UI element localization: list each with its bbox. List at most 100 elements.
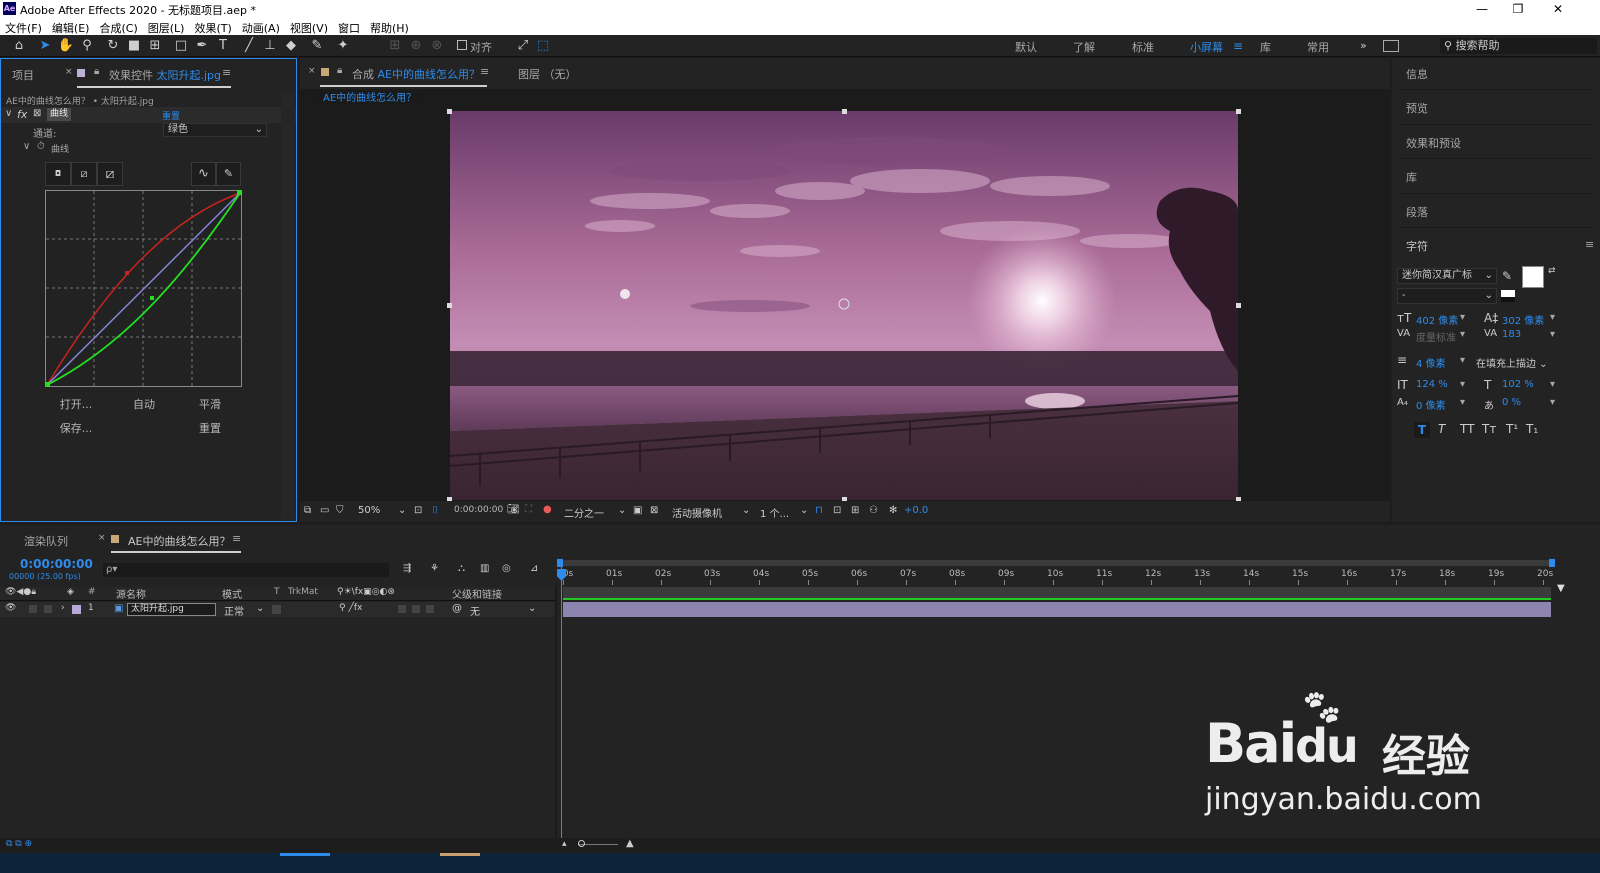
more-workspaces-icon[interactable]: » [1360, 39, 1367, 52]
panel-character[interactable]: 字符 [1406, 238, 1428, 254]
timeline-split[interactable] [555, 585, 557, 838]
clone-stamp-tool-icon[interactable]: ⊥ [261, 38, 279, 54]
channel-color-icon[interactable]: ● [543, 504, 552, 515]
selection-tool-icon[interactable]: ➤ [36, 38, 54, 54]
auto-button[interactable]: 自动 [119, 396, 169, 412]
layer-handle[interactable] [447, 303, 452, 308]
audio-toggle[interactable] [29, 605, 37, 613]
monitor-icon[interactable]: ▭ [320, 505, 329, 516]
eyedropper-icon[interactable]: ✎ [1502, 269, 1512, 283]
snap-options-icon[interactable]: ⬚ [534, 38, 552, 54]
layer-handle[interactable] [1236, 303, 1241, 308]
chevron-down-icon[interactable]: ▾ [1550, 329, 1555, 340]
resolution-select[interactable]: 二分之一 ⌄ [564, 505, 626, 520]
chevron-down-icon[interactable]: ▾ [1550, 379, 1555, 390]
lock-toggle[interactable] [44, 605, 52, 613]
exposure-reset-icon[interactable]: ✻ [889, 505, 897, 516]
axis-world-icon[interactable]: ⊕ [407, 38, 425, 54]
zoom-select[interactable]: 50% ⌄ [358, 505, 408, 516]
layer-label-color[interactable] [72, 605, 81, 614]
axis-view-icon[interactable]: ⊗ [428, 38, 446, 54]
work-area-bar[interactable] [557, 560, 1553, 566]
chevron-down-icon[interactable]: ▾ [1550, 397, 1555, 408]
restore-icon[interactable]: ❐ [1500, 0, 1536, 18]
save-button[interactable]: 保存... [51, 420, 101, 436]
open-button[interactable]: 打开... [51, 396, 101, 412]
workspace-small-screen[interactable]: 小屏幕 [1190, 39, 1223, 55]
layer-switches-toggle-icon[interactable]: ⧉ ⧉ ⊕ [6, 839, 32, 849]
panel-menu-icon[interactable]: ≡ [222, 66, 231, 79]
switch-toggle[interactable] [412, 605, 420, 613]
small-graph-icon[interactable]: ⧄ [71, 162, 97, 186]
comp-mini-flowchart-icon[interactable]: ⇶ [403, 563, 411, 574]
panel-libraries[interactable]: 库 [1406, 169, 1417, 185]
tracking-value[interactable]: 183 [1502, 329, 1521, 340]
pan-behind-tool-icon[interactable]: ⊞ [146, 38, 164, 54]
swap-colors-icon[interactable]: ⇄ [1548, 266, 1556, 276]
rotate-tool-icon[interactable]: ↻ [104, 38, 122, 54]
rectangle-tool-icon[interactable]: □ [172, 38, 190, 54]
close-icon[interactable]: ✕ [1540, 0, 1576, 18]
workspace-menu-icon[interactable]: ≡ [1233, 39, 1243, 53]
current-timecode[interactable]: 0:00:00:00 [20, 557, 93, 571]
chevron-down-icon[interactable]: ▾ [1460, 397, 1465, 408]
rgb-channel-icon[interactable]: ◘ [45, 162, 71, 186]
character-menu-icon[interactable]: ≡ [1585, 238, 1594, 251]
transparency-grid-icon[interactable]: ⊠ [650, 505, 658, 516]
baseline-shift-value[interactable]: 0 像素 [1416, 397, 1446, 412]
expand-layer-icon[interactable]: › [61, 603, 65, 613]
red-control-point[interactable] [125, 271, 129, 275]
layer-name-field[interactable]: 太阳升起.jpg [127, 603, 216, 616]
roto-brush-tool-icon[interactable]: ✎ [308, 38, 326, 54]
font-style-select[interactable]: - ⌄ [1397, 288, 1497, 304]
small-caps-button[interactable]: Tт [1482, 422, 1496, 436]
workspace-libraries[interactable]: 库 [1260, 39, 1271, 55]
keyboard-icon[interactable] [1383, 40, 1399, 52]
channel-select[interactable]: 绿色 ⌄ [163, 123, 267, 137]
faux-bold-button[interactable]: T [1414, 422, 1430, 438]
zoom-tool-icon[interactable]: ⚲ [78, 38, 96, 54]
work-area-end-handle[interactable] [1549, 559, 1555, 567]
effect-controls-scrollbar[interactable] [281, 93, 295, 519]
time-ruler[interactable]: 00s01s02s03s04s05s06s07s08s09s10s11s12s1… [557, 567, 1557, 585]
chevron-down-icon[interactable]: ▾ [1460, 329, 1465, 340]
switch-toggle[interactable] [426, 605, 434, 613]
subscript-button[interactable]: T₁ [1526, 422, 1538, 436]
stroke-width-value[interactable]: 4 像素 [1416, 355, 1446, 370]
col-trkmat[interactable]: TrkMat [288, 587, 318, 597]
horizontal-scale-value[interactable]: 102 % [1502, 379, 1534, 390]
switch-toggle[interactable] [398, 605, 406, 613]
chevron-down-icon[interactable]: ▾ [1550, 312, 1555, 323]
frame-blending-icon[interactable]: ▥ [480, 563, 489, 574]
hand-tool-icon[interactable]: ✋ [57, 38, 75, 54]
search-help-input[interactable]: ⚲ 搜索帮助 [1440, 38, 1597, 54]
effect-name[interactable]: 曲线 [47, 108, 72, 121]
chevron-down-icon[interactable]: ▾ [1460, 355, 1465, 366]
views-select[interactable]: 1 个... ⌄ [760, 505, 808, 520]
workspace-common[interactable]: 常用 [1307, 39, 1329, 55]
curves-graph[interactable] [45, 190, 243, 388]
tab-composition[interactable]: 合成 AE中的曲线怎么用？ [352, 66, 480, 82]
grid-toggle-icon[interactable]: ⌷ [432, 505, 438, 516]
layer-duration-bar[interactable] [563, 602, 1551, 617]
col-source-name[interactable]: 源名称 [116, 586, 146, 601]
playhead-line[interactable] [561, 567, 562, 838]
vertical-scale-value[interactable]: 124 % [1416, 379, 1448, 390]
exposure-value[interactable]: +0.0 [904, 505, 928, 516]
layer-handle[interactable] [1236, 109, 1241, 114]
font-family-select[interactable]: 迷你简汉真广标 ⌄ [1397, 268, 1497, 284]
snap-icon[interactable]: ⤢ [514, 38, 532, 54]
parent-select[interactable]: 无 ⌄ [470, 603, 538, 618]
camera-tool-icon[interactable]: ■ [125, 38, 143, 54]
panel-info[interactable]: 信息 [1406, 66, 1428, 82]
chevron-down-icon[interactable]: ▾ [1460, 379, 1465, 390]
pick-whip-icon[interactable]: @ [452, 603, 462, 614]
col-mode[interactable]: 模式 [222, 586, 242, 601]
zoom-out-icon[interactable]: ▴ [562, 839, 567, 849]
fit-icon[interactable]: ⊡ [414, 505, 422, 516]
home-icon[interactable]: ⌂ [10, 38, 28, 54]
graph-editor-icon[interactable]: ⊿ [530, 563, 538, 574]
show-snapshot-icon[interactable]: ⛶ [525, 504, 532, 515]
bezier-tool-icon[interactable]: ∿ [191, 162, 216, 186]
chevron-down-icon[interactable]: ∨ [23, 141, 30, 152]
